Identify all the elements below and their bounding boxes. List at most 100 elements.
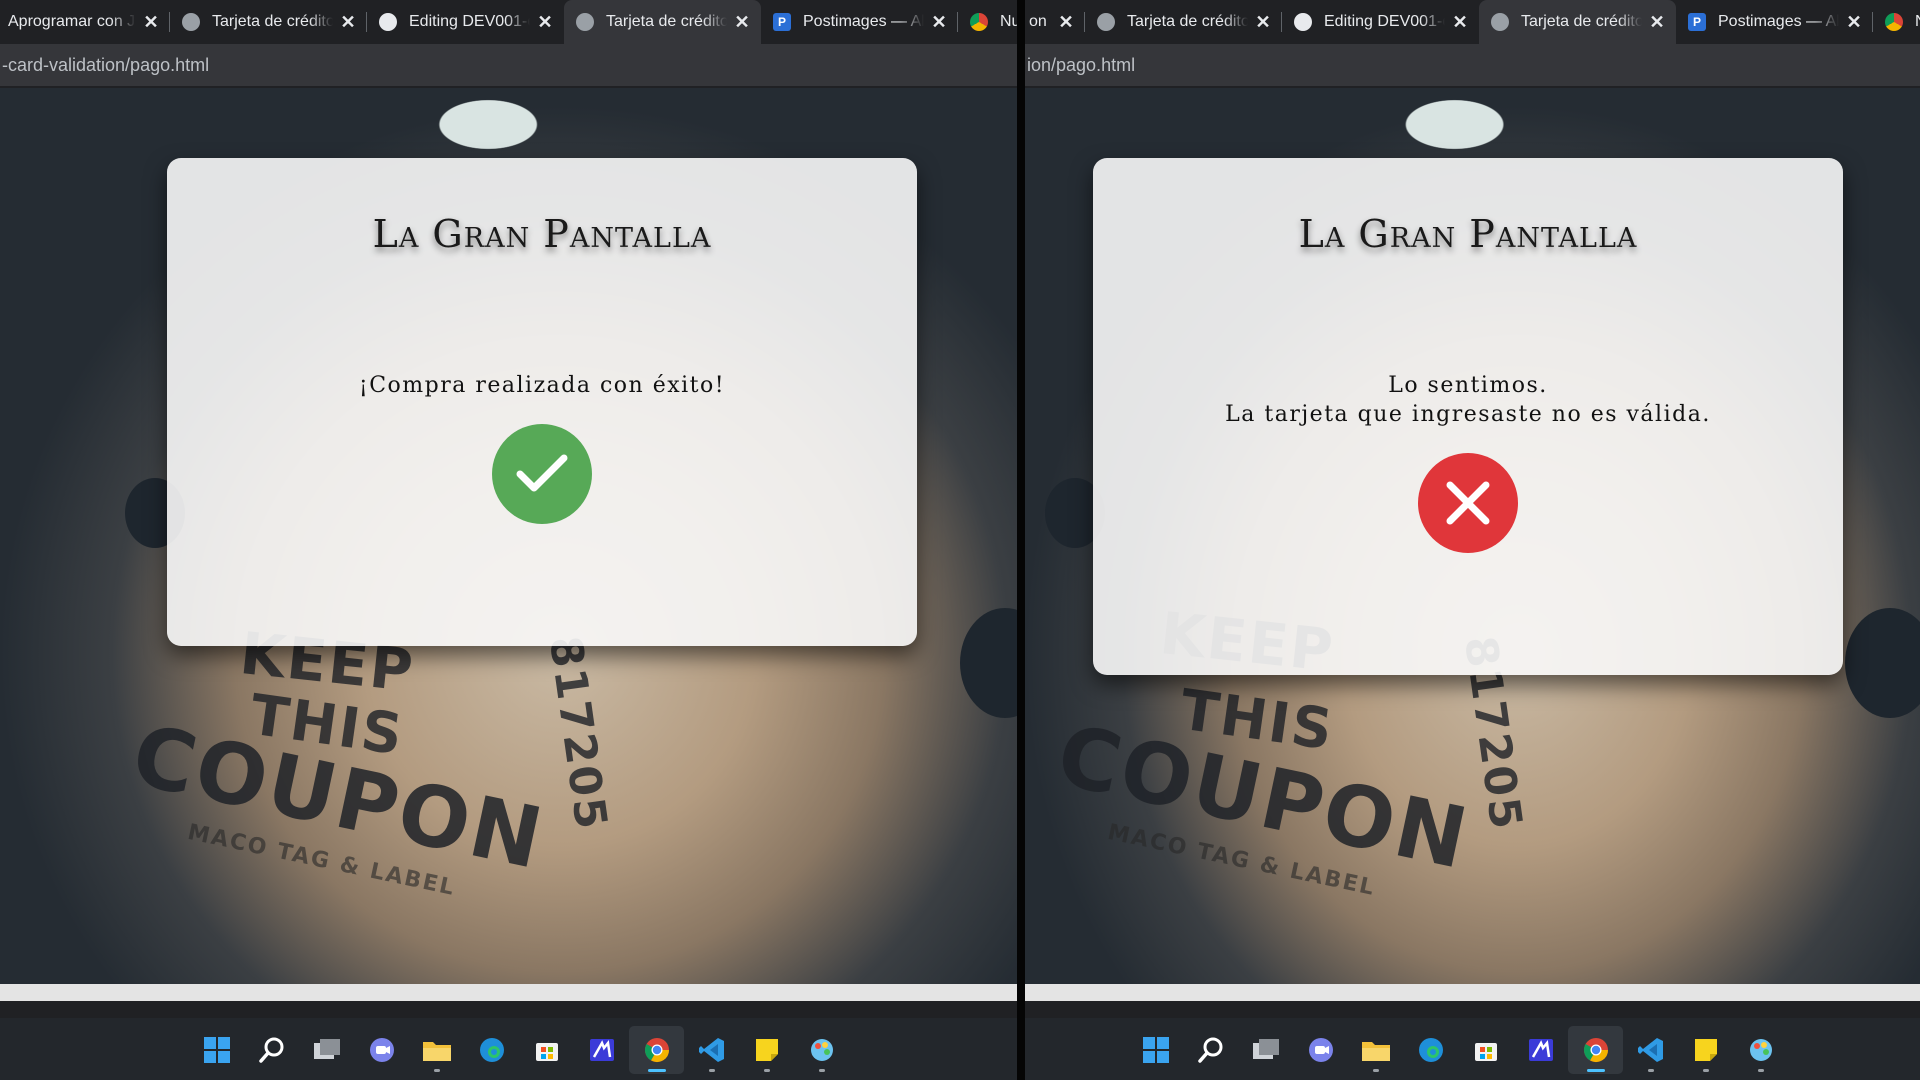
- page-content: KEEP THIS COUPON 817205 MACO TAG & LABEL…: [1025, 88, 1920, 1001]
- windows-start-icon[interactable]: [1128, 1026, 1183, 1074]
- close-tab-icon[interactable]: ✕: [1845, 12, 1863, 32]
- running-indicator: [1372, 1069, 1379, 1072]
- tab-postimages[interactable]: P Postimages — Al ✕: [761, 0, 958, 44]
- tab-title: Aprogramar con J: [8, 13, 136, 30]
- tab-tarjeta-active[interactable]: Tarjeta de crédito ✕: [564, 0, 761, 44]
- globe-icon: [1097, 13, 1115, 31]
- close-tab-icon[interactable]: ✕: [339, 12, 357, 32]
- url-text[interactable]: -card-validation/pago.html: [2, 55, 209, 76]
- postimages-icon: P: [1688, 13, 1706, 31]
- tab-title: Nue: [1000, 13, 1017, 30]
- chrome-taskbar-icon[interactable]: [629, 1026, 684, 1074]
- store-icon[interactable]: [1458, 1026, 1513, 1074]
- tab-editing-dev001[interactable]: Editing DEV001-c ✕: [1282, 0, 1479, 44]
- running-indicator: [1702, 1069, 1709, 1072]
- running-indicator: [647, 1069, 666, 1072]
- vscode-icon[interactable]: [684, 1026, 739, 1074]
- tab-aprogramar[interactable]: Aprogramar con J ✕: [0, 0, 170, 44]
- running-indicator: [708, 1069, 715, 1072]
- running-indicator: [1586, 1069, 1605, 1072]
- file-explorer-icon[interactable]: [1348, 1026, 1403, 1074]
- tab-title: Postimages — Al: [803, 13, 924, 30]
- sticky-notes-icon[interactable]: [1678, 1026, 1733, 1074]
- edge-icon[interactable]: [1403, 1026, 1458, 1074]
- ticket-number: 817205: [538, 633, 617, 834]
- tab-title: Editing DEV001-c: [409, 13, 530, 30]
- app-icon[interactable]: [574, 1026, 629, 1074]
- success-card: La Gran Pantalla ¡Compra realizada con é…: [167, 158, 917, 646]
- tab-postimages[interactable]: P Postimages — Al ✕: [1676, 0, 1873, 44]
- store-icon[interactable]: [519, 1026, 574, 1074]
- taskbar-icons: [189, 1026, 849, 1074]
- tab-title: Tarjeta de crédito: [212, 13, 333, 30]
- postimages-icon: P: [773, 13, 791, 31]
- tab-nueva[interactable]: N: [1873, 0, 1920, 44]
- github-icon: [379, 13, 397, 31]
- vscode-icon[interactable]: [1623, 1026, 1678, 1074]
- task-view-icon[interactable]: [1238, 1026, 1293, 1074]
- success-check-icon: [492, 424, 592, 524]
- tab-title: Editing DEV001-c: [1324, 13, 1445, 30]
- tab-title: on J: [1029, 13, 1051, 30]
- search-icon[interactable]: [244, 1026, 299, 1074]
- paint-icon[interactable]: [1733, 1026, 1788, 1074]
- address-bar[interactable]: -card-validation/pago.html: [0, 44, 1017, 87]
- page-content: KEEP THIS COUPON 817205 MACO TAG & LABEL…: [0, 88, 1017, 1001]
- globe-icon: [1491, 13, 1509, 31]
- tab-title: Tarjeta de crédito: [1127, 13, 1248, 30]
- close-tab-icon[interactable]: ✕: [536, 12, 554, 32]
- error-message-line2: La tarjeta que ingresaste no es válida.: [1225, 402, 1711, 427]
- close-tab-icon[interactable]: ✕: [1057, 12, 1075, 32]
- sticky-notes-icon[interactable]: [739, 1026, 794, 1074]
- tab-editing-dev001[interactable]: Editing DEV001-c ✕: [367, 0, 564, 44]
- close-tab-icon[interactable]: ✕: [1254, 12, 1272, 32]
- tab-tarjeta-1[interactable]: Tarjeta de crédito ✕: [170, 0, 367, 44]
- tab-title: Tarjeta de crédito: [606, 13, 727, 30]
- error-message: Lo sentimos. La tarjeta que ingresaste n…: [1093, 371, 1843, 429]
- window-divider: [1017, 0, 1025, 1080]
- error-card: La Gran Pantalla Lo sentimos. La tarjeta…: [1093, 158, 1843, 675]
- edge-icon[interactable]: [464, 1026, 519, 1074]
- tab-nueva[interactable]: Nue: [958, 0, 1017, 44]
- running-indicator: [818, 1069, 825, 1072]
- tab-title: N: [1915, 13, 1920, 31]
- close-tab-icon[interactable]: ✕: [930, 12, 948, 32]
- chat-icon[interactable]: [354, 1026, 409, 1074]
- paint-icon[interactable]: [794, 1026, 849, 1074]
- file-explorer-icon[interactable]: [409, 1026, 464, 1074]
- brand-title: La Gran Pantalla: [372, 212, 712, 256]
- search-icon[interactable]: [1183, 1026, 1238, 1074]
- taskbar: [1025, 1018, 1920, 1080]
- tab-tarjeta-1[interactable]: Tarjeta de crédito ✕: [1085, 0, 1282, 44]
- error-x-icon: [1418, 453, 1518, 553]
- chrome-icon: [970, 13, 988, 31]
- running-indicator: [763, 1069, 770, 1072]
- close-tab-icon[interactable]: ✕: [1648, 12, 1666, 32]
- success-message: ¡Compra realizada con éxito!: [358, 373, 726, 398]
- globe-icon: [182, 13, 200, 31]
- windows-start-icon[interactable]: [189, 1026, 244, 1074]
- chrome-icon: [1885, 13, 1903, 31]
- tab-strip: Aprogramar con J ✕ Tarjeta de crédito ✕ …: [0, 0, 1017, 44]
- close-tab-icon[interactable]: ✕: [733, 12, 751, 32]
- tab-title: Postimages — Al: [1718, 13, 1839, 30]
- running-indicator: [433, 1069, 440, 1072]
- address-bar[interactable]: ion/pago.html: [1025, 44, 1920, 87]
- chat-icon[interactable]: [1293, 1026, 1348, 1074]
- page-footer-strip: [1025, 984, 1920, 1001]
- ticket-hole: [1845, 608, 1920, 718]
- url-text[interactable]: ion/pago.html: [1027, 55, 1135, 76]
- ticket-hole: [960, 608, 1017, 718]
- close-tab-icon[interactable]: ✕: [142, 12, 160, 32]
- app-icon[interactable]: [1513, 1026, 1568, 1074]
- error-message-line1: Lo sentimos.: [1388, 373, 1548, 398]
- tab-tarjeta-active[interactable]: Tarjeta de crédito ✕: [1479, 0, 1676, 44]
- close-tab-icon[interactable]: ✕: [1451, 12, 1469, 32]
- left-browser-window: Aprogramar con J ✕ Tarjeta de crédito ✕ …: [0, 0, 1017, 1080]
- taskbar: [0, 1018, 1017, 1080]
- task-view-icon[interactable]: [299, 1026, 354, 1074]
- tab-aprogramar[interactable]: on J ✕: [1025, 0, 1085, 44]
- tab-strip: on J ✕ Tarjeta de crédito ✕ Editing DEV0…: [1025, 0, 1920, 44]
- tab-title: Tarjeta de crédito: [1521, 13, 1642, 30]
- chrome-taskbar-icon[interactable]: [1568, 1026, 1623, 1074]
